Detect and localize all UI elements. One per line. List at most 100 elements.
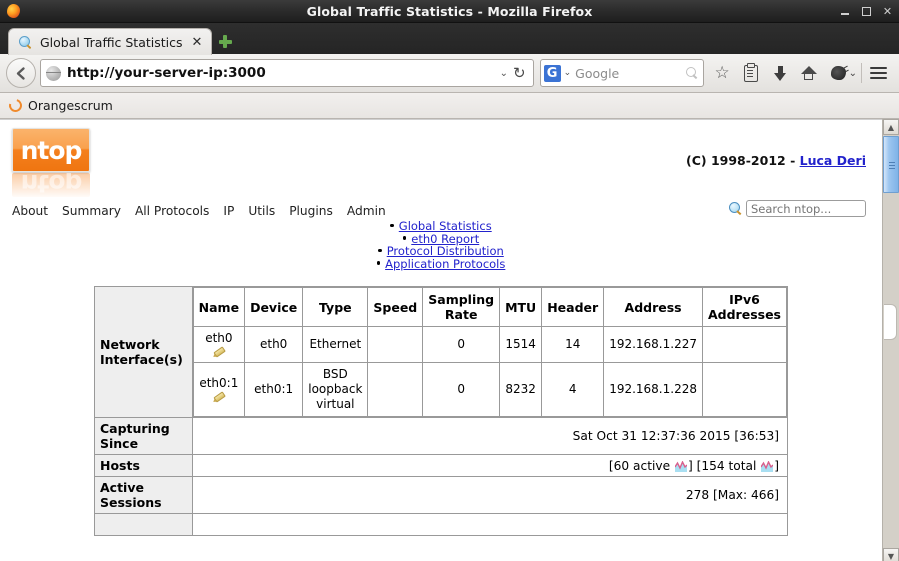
- edit-pencil-icon[interactable]: [212, 392, 225, 403]
- row-header-interfaces: Network Interface(s): [94, 286, 193, 418]
- table-row-partial: [94, 513, 789, 536]
- col-ipv6-addresses: IPv6 Addresses: [701, 287, 788, 327]
- star-icon: ☆: [714, 62, 730, 83]
- cell-address: 192.168.1.228: [603, 362, 703, 417]
- search-placeholder: Google: [575, 65, 620, 81]
- home-icon: [801, 65, 818, 81]
- cell-sampling-rate: 0: [422, 326, 501, 363]
- hosts-total-suffix: ]: [774, 458, 779, 473]
- back-button[interactable]: [6, 58, 36, 88]
- search-icon[interactable]: [685, 66, 699, 80]
- row-header-hosts: Hosts: [94, 454, 193, 477]
- chart-icon[interactable]: [761, 460, 774, 472]
- col-mtu: MTU: [499, 287, 543, 327]
- link-application-protocols[interactable]: Application Protocols: [385, 257, 505, 271]
- page-scrollbar[interactable]: ▲ ▼: [882, 119, 899, 561]
- scroll-up-button[interactable]: ▲: [883, 119, 899, 135]
- cell-header: 4: [541, 362, 605, 417]
- ntop-logo-text: ntop: [20, 135, 83, 165]
- col-header: Header: [541, 287, 605, 327]
- cell-speed: [367, 326, 424, 363]
- menu-button[interactable]: [864, 58, 893, 88]
- menu-icon: [870, 66, 887, 80]
- page-link-list: Global Statistics eth0 Report Protocol D…: [0, 220, 882, 270]
- nav-item-about[interactable]: About: [12, 204, 48, 218]
- reload-icon[interactable]: ↻: [513, 65, 529, 81]
- chevron-down-icon[interactable]: ⌄: [849, 68, 857, 79]
- scrollbar-thumb[interactable]: [883, 136, 899, 193]
- reader-view-button[interactable]: [737, 58, 766, 88]
- bullet-icon: [390, 223, 394, 228]
- page-viewport: ntop ntop (C) 1998-2012 - Luca Deri Abou…: [0, 119, 899, 561]
- ntop-header: ntop ntop (C) 1998-2012 - Luca Deri Abou…: [0, 120, 882, 218]
- cell-type: Ethernet: [302, 326, 369, 363]
- tab-bar: Global Traffic Statistics ✕: [0, 23, 899, 55]
- chevron-down-icon[interactable]: ⌄: [495, 68, 513, 79]
- hosts-active-suffix: ]: [687, 458, 693, 473]
- search-icon[interactable]: [729, 201, 743, 216]
- scroll-down-button[interactable]: ▼: [883, 548, 899, 561]
- row-header-active-sessions: Active Sessions: [94, 476, 193, 514]
- home-button[interactable]: [795, 58, 824, 88]
- chart-icon[interactable]: [674, 460, 687, 472]
- search-input[interactable]: [746, 200, 866, 217]
- cell-sampling-rate: 0: [422, 362, 501, 417]
- cell-ipv6: [701, 326, 788, 363]
- nav-item-utils[interactable]: Utils: [248, 204, 275, 218]
- active-sessions-value: 278 [Max: 466]: [191, 476, 789, 514]
- ntop-page: ntop ntop (C) 1998-2012 - Luca Deri Abou…: [0, 119, 882, 561]
- table-row: eth0:1 eth0:1 BSD loopback virtual 0 823…: [192, 362, 788, 417]
- minimize-button[interactable]: [840, 6, 851, 17]
- cell-mtu: 8232: [499, 362, 543, 417]
- globe-icon: [46, 65, 61, 81]
- reader-icon: [744, 62, 759, 82]
- edit-pencil-icon[interactable]: [212, 347, 225, 358]
- bookmarks-bar: Orangescrum: [0, 93, 899, 119]
- nav-item-summary[interactable]: Summary: [62, 204, 121, 218]
- scrollbar-decoration: [884, 304, 897, 340]
- bookmark-item-orangescrum[interactable]: Orangescrum: [28, 98, 113, 113]
- row-header-capturing-since: Capturing Since: [94, 417, 193, 455]
- cell-mtu: 1514: [499, 326, 543, 363]
- row-header-partial: [94, 513, 193, 536]
- window-controls: ✕: [840, 0, 893, 22]
- new-tab-button[interactable]: [212, 28, 238, 55]
- download-icon: [773, 65, 787, 81]
- cell-speed: [367, 362, 424, 417]
- bullet-icon: [378, 248, 382, 253]
- list-item: Application Protocols: [0, 257, 882, 271]
- col-name: Name: [192, 287, 246, 327]
- search-bar[interactable]: G ⌄ Google: [539, 59, 704, 87]
- author-link[interactable]: Luca Deri: [800, 153, 866, 168]
- browser-tab[interactable]: Global Traffic Statistics ✕: [8, 28, 213, 55]
- bullet-icon: [376, 261, 381, 265]
- cell-header: 14: [541, 326, 605, 363]
- table-row: eth0 eth0 Ethernet 0 1514 14 192.168.1.2…: [192, 326, 788, 363]
- downloads-button[interactable]: [766, 58, 795, 88]
- close-icon[interactable]: ✕: [190, 36, 205, 49]
- table-header-row: Name Device Type Speed Sampling Rate MTU…: [192, 287, 788, 327]
- table-row-capturing-since: Capturing Since Sat Oct 31 12:37:36 2015…: [94, 417, 789, 455]
- col-device: Device: [244, 287, 304, 327]
- nav-item-all-protocols[interactable]: All Protocols: [135, 204, 209, 218]
- ntop-logo-reflection: ntop: [12, 173, 90, 197]
- ntop-logo[interactable]: ntop ntop: [12, 128, 90, 197]
- nav-item-ip[interactable]: IP: [223, 204, 234, 218]
- nav-item-plugins[interactable]: Plugins: [289, 204, 333, 218]
- url-text: http://your-server-ip:3000: [67, 65, 266, 81]
- cell-partial: [191, 513, 789, 536]
- bookmark-star-button[interactable]: ☆: [708, 58, 737, 88]
- close-button[interactable]: ✕: [882, 6, 893, 17]
- hosts-total-text: [154 total: [696, 458, 757, 473]
- cell-ipv6: [701, 362, 788, 417]
- cell-name: eth0:1: [192, 362, 246, 417]
- window-titlebar: Global Traffic Statistics - Mozilla Fire…: [0, 0, 899, 23]
- url-bar[interactable]: http://your-server-ip:3000 ⌄ ↻: [40, 59, 534, 87]
- nav-item-admin[interactable]: Admin: [347, 204, 386, 218]
- google-icon[interactable]: G: [543, 64, 561, 82]
- maximize-button[interactable]: [861, 6, 872, 17]
- cell-type: BSD loopback virtual: [302, 362, 369, 417]
- magnifier-icon: [18, 35, 33, 50]
- firefox-window: Global Traffic Statistics - Mozilla Fire…: [0, 0, 899, 561]
- chevron-down-icon[interactable]: ⌄: [561, 68, 576, 78]
